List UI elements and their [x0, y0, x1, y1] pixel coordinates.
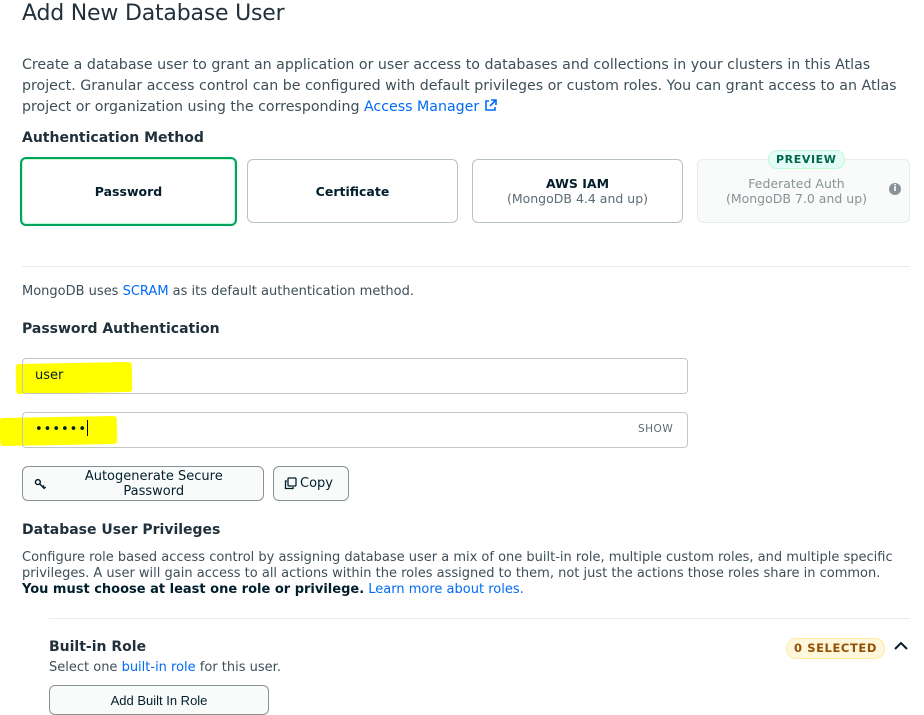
preview-badge: PREVIEW [768, 150, 845, 169]
auth-method-heading: Authentication Method [22, 130, 204, 146]
password-auth-heading: Password Authentication [22, 321, 220, 337]
scram-note: MongoDB uses SCRAM as its default authen… [22, 284, 415, 299]
builtin-role-description: Select one built-in role for this user. [49, 660, 281, 675]
add-builtin-role-button[interactable]: Add Built In Role [49, 685, 269, 715]
builtin-role-heading: Built-in Role [49, 639, 147, 655]
privileges-description: Configure role based access control by a… [22, 550, 893, 597]
selected-count-badge: 0 SELECTED [786, 638, 886, 659]
copy-icon [284, 477, 297, 490]
password-input[interactable]: •••••• [22, 412, 688, 448]
section-divider [49, 618, 910, 619]
copy-password-button[interactable]: Copy [273, 466, 349, 501]
builtin-role-link[interactable]: built-in role [122, 660, 196, 675]
chevron-up-icon[interactable] [893, 638, 909, 654]
username-input[interactable]: user [22, 358, 688, 394]
scram-link[interactable]: SCRAM [123, 284, 169, 299]
auth-option-certificate[interactable]: Certificate [247, 159, 458, 223]
external-link-icon [484, 99, 497, 111]
show-password-button[interactable]: SHOW [638, 423, 673, 435]
key-icon [34, 478, 47, 489]
learn-more-roles-link[interactable]: Learn more about roles. [368, 582, 523, 597]
intro-text: Create a database user to grant an appli… [22, 57, 897, 115]
text-cursor [87, 420, 89, 436]
autogenerate-password-button[interactable]: Autogenerate Secure Password [22, 466, 264, 501]
page-title: Add New Database User [22, 1, 285, 26]
info-icon[interactable]: i [889, 183, 901, 195]
auth-option-password[interactable]: Password [20, 157, 237, 226]
access-manager-link[interactable]: Access Manager [364, 99, 498, 115]
auth-option-aws-iam[interactable]: AWS IAM (MongoDB 4.4 and up) [472, 159, 683, 223]
privileges-heading: Database User Privileges [22, 522, 221, 538]
section-divider [22, 266, 910, 267]
